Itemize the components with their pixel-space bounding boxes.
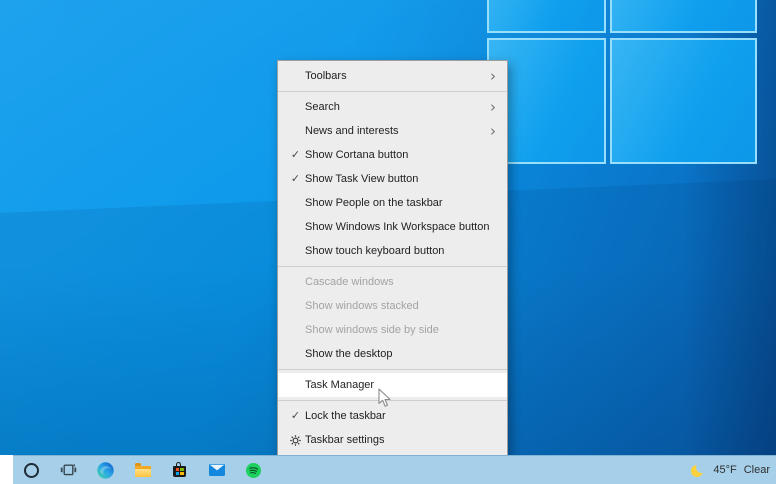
menu-separator bbox=[278, 369, 507, 370]
file-explorer-button[interactable] bbox=[124, 456, 161, 484]
menu-item-label: Search bbox=[305, 101, 490, 113]
check-icon: ✓ bbox=[286, 167, 305, 191]
check-icon: ✓ bbox=[286, 404, 305, 428]
menu-item-cascade-windows: Cascade windows bbox=[278, 270, 507, 294]
submenu-arrow-icon: › bbox=[490, 100, 498, 115]
menu-item-label: Show People on the taskbar bbox=[305, 197, 498, 209]
menu-item-show-the-desktop[interactable]: Show the desktop bbox=[278, 342, 507, 366]
menu-item-label: News and interests bbox=[305, 125, 490, 137]
menu-item-label: Show Windows Ink Workspace button bbox=[305, 221, 498, 233]
windows-logo-pane-top-left bbox=[487, 0, 606, 33]
menu-separator bbox=[278, 91, 507, 92]
menu-item-label: Task Manager bbox=[305, 379, 498, 391]
menu-item-show-windows-ink-workspace-button[interactable]: Show Windows Ink Workspace button bbox=[278, 215, 507, 239]
menu-item-label: Show Cortana button bbox=[305, 149, 498, 161]
menu-item-label: Toolbars bbox=[305, 70, 490, 82]
menu-item-label: Show windows side by side bbox=[305, 324, 498, 336]
submenu-arrow-icon: › bbox=[490, 69, 498, 84]
microsoft-store-icon bbox=[173, 466, 186, 477]
menu-item-label: Show windows stacked bbox=[305, 300, 498, 312]
menu-item-lock-the-taskbar[interactable]: ✓ Lock the taskbar bbox=[278, 404, 507, 428]
microsoft-store-button[interactable] bbox=[161, 456, 198, 484]
menu-item-label: Show the desktop bbox=[305, 348, 498, 360]
menu-item-show-windows-stacked: Show windows stacked bbox=[278, 294, 507, 318]
menu-item-show-cortana-button[interactable]: ✓ Show Cortana button bbox=[278, 143, 507, 167]
menu-item-show-touch-keyboard-button[interactable]: Show touch keyboard button bbox=[278, 239, 507, 263]
menu-separator bbox=[278, 266, 507, 267]
crescent-moon-icon bbox=[691, 464, 704, 477]
cortana-icon bbox=[24, 463, 39, 478]
menu-item-taskbar-settings[interactable]: Taskbar settings bbox=[278, 428, 507, 452]
edge-button[interactable] bbox=[87, 456, 124, 484]
weather-temperature: 45°F bbox=[713, 464, 736, 476]
taskbar-context-menu: Toolbars › Search › News and interests ›… bbox=[277, 60, 508, 456]
menu-item-toolbars[interactable]: Toolbars › bbox=[278, 64, 507, 88]
cortana-button[interactable] bbox=[13, 456, 50, 484]
mouse-cursor bbox=[378, 388, 392, 413]
menu-item-search[interactable]: Search › bbox=[278, 95, 507, 119]
windows-logo-pane-top-right bbox=[610, 0, 757, 33]
spotify-icon bbox=[246, 463, 261, 478]
menu-item-show-windows-side-by-side: Show windows side by side bbox=[278, 318, 507, 342]
taskbar: 45°F Clear bbox=[0, 455, 776, 484]
taskbar-icon-row bbox=[13, 456, 272, 484]
submenu-arrow-icon: › bbox=[490, 124, 498, 139]
gear-icon bbox=[286, 428, 305, 452]
weather-tray-widget[interactable]: 45°F Clear bbox=[691, 456, 770, 484]
windows-logo-grid bbox=[176, 468, 184, 475]
mail-button[interactable] bbox=[198, 456, 235, 484]
task-view-button[interactable] bbox=[50, 456, 87, 484]
check-icon: ✓ bbox=[286, 143, 305, 167]
menu-item-label: Lock the taskbar bbox=[305, 410, 498, 422]
windows-logo-pane-bottom-right bbox=[610, 38, 757, 164]
menu-item-label: Cascade windows bbox=[305, 276, 498, 288]
spotify-button[interactable] bbox=[235, 456, 272, 484]
menu-item-label: Taskbar settings bbox=[305, 434, 498, 446]
menu-item-label: Show Task View button bbox=[305, 173, 498, 185]
edge-icon bbox=[97, 462, 114, 479]
mail-icon bbox=[209, 464, 225, 476]
file-explorer-icon bbox=[135, 466, 151, 477]
menu-item-label: Show touch keyboard button bbox=[305, 245, 498, 257]
menu-item-show-people-on-the-taskbar[interactable]: Show People on the taskbar bbox=[278, 191, 507, 215]
task-view-icon bbox=[60, 462, 77, 478]
windows-10-screen: Toolbars › Search › News and interests ›… bbox=[0, 0, 776, 484]
menu-item-show-task-view-button[interactable]: ✓ Show Task View button bbox=[278, 167, 507, 191]
weather-condition: Clear bbox=[744, 464, 770, 476]
menu-item-news-and-interests[interactable]: News and interests › bbox=[278, 119, 507, 143]
menu-item-task-manager[interactable]: Task Manager bbox=[278, 373, 507, 397]
menu-separator bbox=[278, 400, 507, 401]
screen-corner-artifact bbox=[0, 455, 13, 484]
